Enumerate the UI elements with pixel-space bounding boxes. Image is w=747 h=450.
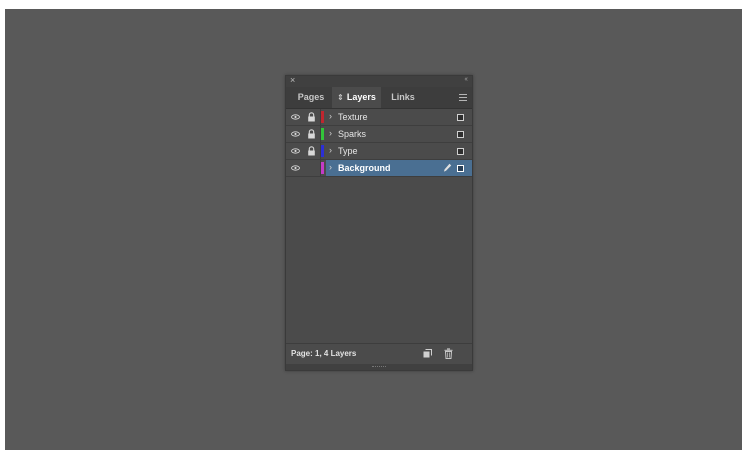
menu-icon[interactable]	[459, 94, 467, 101]
lock-icon[interactable]	[307, 112, 316, 122]
tab-pages[interactable]: Pages	[290, 87, 332, 108]
expand-icon[interactable]: ›	[329, 128, 332, 138]
expand-icon[interactable]: ›	[329, 111, 332, 121]
layer-color-swatch	[321, 162, 324, 174]
layer-row-type[interactable]: › Type	[286, 143, 472, 160]
panel-tab-bar: Pages ⇕ Layers Links	[286, 87, 472, 109]
resize-handle[interactable]	[286, 364, 472, 370]
eye-icon[interactable]	[291, 165, 300, 171]
tab-layers-label: Layers	[346, 92, 376, 102]
layer-row-texture[interactable]: › Texture	[286, 109, 472, 126]
panel-footer: Page: 1, 4 Layers	[286, 343, 472, 364]
layer-name-cell[interactable]: › Background	[326, 160, 472, 176]
layer-name: Texture	[338, 112, 368, 122]
layer-list: › Texture › Sparks › Type › Background	[286, 109, 472, 177]
layer-name: Background	[338, 163, 391, 173]
expand-icon[interactable]: ›	[329, 145, 332, 155]
new-layer-icon[interactable]	[423, 349, 432, 358]
trash-icon[interactable]	[444, 348, 453, 359]
selection-target-icon[interactable]	[457, 114, 464, 121]
tab-sort-icon: ⇕	[337, 93, 344, 102]
layer-name-cell[interactable]: › Sparks	[326, 126, 472, 142]
eye-icon[interactable]	[291, 131, 300, 137]
layers-panel: × ‹‹ Pages ⇕ Layers Links › Texture › Sp…	[285, 75, 473, 371]
pencil-icon	[443, 163, 452, 172]
selection-target-icon[interactable]	[457, 165, 464, 172]
layer-name-cell[interactable]: › Type	[326, 143, 472, 159]
tab-links-label: Links	[391, 92, 415, 102]
layer-row-background[interactable]: › Background	[286, 160, 472, 177]
layer-name: Sparks	[338, 129, 367, 139]
layer-name: Type	[338, 146, 358, 156]
lock-icon[interactable]	[307, 146, 316, 156]
layer-color-swatch	[321, 111, 324, 123]
layer-row-sparks[interactable]: › Sparks	[286, 126, 472, 143]
tab-pages-label: Pages	[297, 92, 325, 102]
tab-layers[interactable]: ⇕ Layers	[332, 87, 381, 108]
eye-icon[interactable]	[291, 148, 300, 154]
status-text: Page: 1, 4 Layers	[291, 349, 357, 358]
selection-target-icon[interactable]	[457, 148, 464, 155]
eye-icon[interactable]	[291, 114, 300, 120]
layer-color-swatch	[321, 145, 324, 157]
layer-name-cell[interactable]: › Texture	[326, 109, 472, 125]
lock-icon[interactable]	[307, 129, 316, 139]
tab-links[interactable]: Links	[381, 87, 425, 108]
layer-color-swatch	[321, 128, 324, 140]
collapse-icon[interactable]: ‹‹	[464, 76, 468, 83]
expand-icon[interactable]: ›	[329, 162, 332, 172]
selection-target-icon[interactable]	[457, 131, 464, 138]
close-icon[interactable]: ×	[290, 75, 295, 85]
panel-titlebar[interactable]: × ‹‹	[286, 75, 472, 87]
